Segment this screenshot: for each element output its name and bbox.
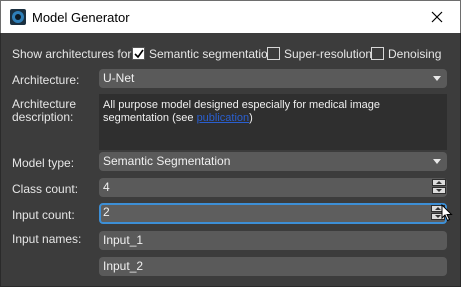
class-count-label: Class count: [12,182,79,196]
model-type-label: Model type: [12,156,75,170]
input-name-field-2[interactable]: Input_2 [99,257,447,276]
description-text-end: ) [249,112,253,124]
description-label-line2: description: [12,110,74,124]
increment-arrow-icon[interactable] [432,179,446,186]
architecture-label: Architecture: [12,73,80,87]
decrement-arrow-icon[interactable] [432,187,446,194]
input-names-label: Input names: [12,232,82,246]
dialog-body: Show architectures for: Semantic segment… [0,33,461,287]
super-resolution-label[interactable]: Super-resolution [284,47,372,61]
denoising-checkbox[interactable] [371,47,384,60]
architecture-description: All purpose model designed especially fo… [99,94,447,150]
input-count-label: Input count: [12,208,75,222]
model-type-dropdown[interactable]: Semantic Segmentation [99,152,447,171]
close-icon [431,11,443,23]
semantic-segmentation-checkbox[interactable] [132,47,145,60]
semantic-segmentation-label[interactable]: Semantic segmentation [149,47,274,61]
app-logo-icon [10,9,26,25]
input-count-value[interactable]: 2 [103,205,110,219]
mouse-cursor-icon [441,204,453,222]
filter-label: Show architectures for: [12,47,135,61]
class-count-stepper[interactable] [432,179,446,194]
publication-link[interactable]: publication [197,112,250,124]
title-bar: Model Generator [0,0,461,33]
class-count-value[interactable]: 4 [103,180,110,194]
description-label-line1: Architecture [12,97,77,111]
class-count-spinbox[interactable]: 4 [99,178,447,197]
denoising-label[interactable]: Denoising [388,47,441,61]
window-title: Model Generator [32,10,130,25]
close-button[interactable] [414,1,460,33]
input-name-field-1[interactable]: Input_1 [99,231,447,250]
architecture-dropdown[interactable]: U-Net [99,69,447,88]
checkmark-icon [134,49,144,59]
super-resolution-checkbox[interactable] [267,47,280,60]
input-count-spinbox[interactable]: 2 [99,203,447,224]
